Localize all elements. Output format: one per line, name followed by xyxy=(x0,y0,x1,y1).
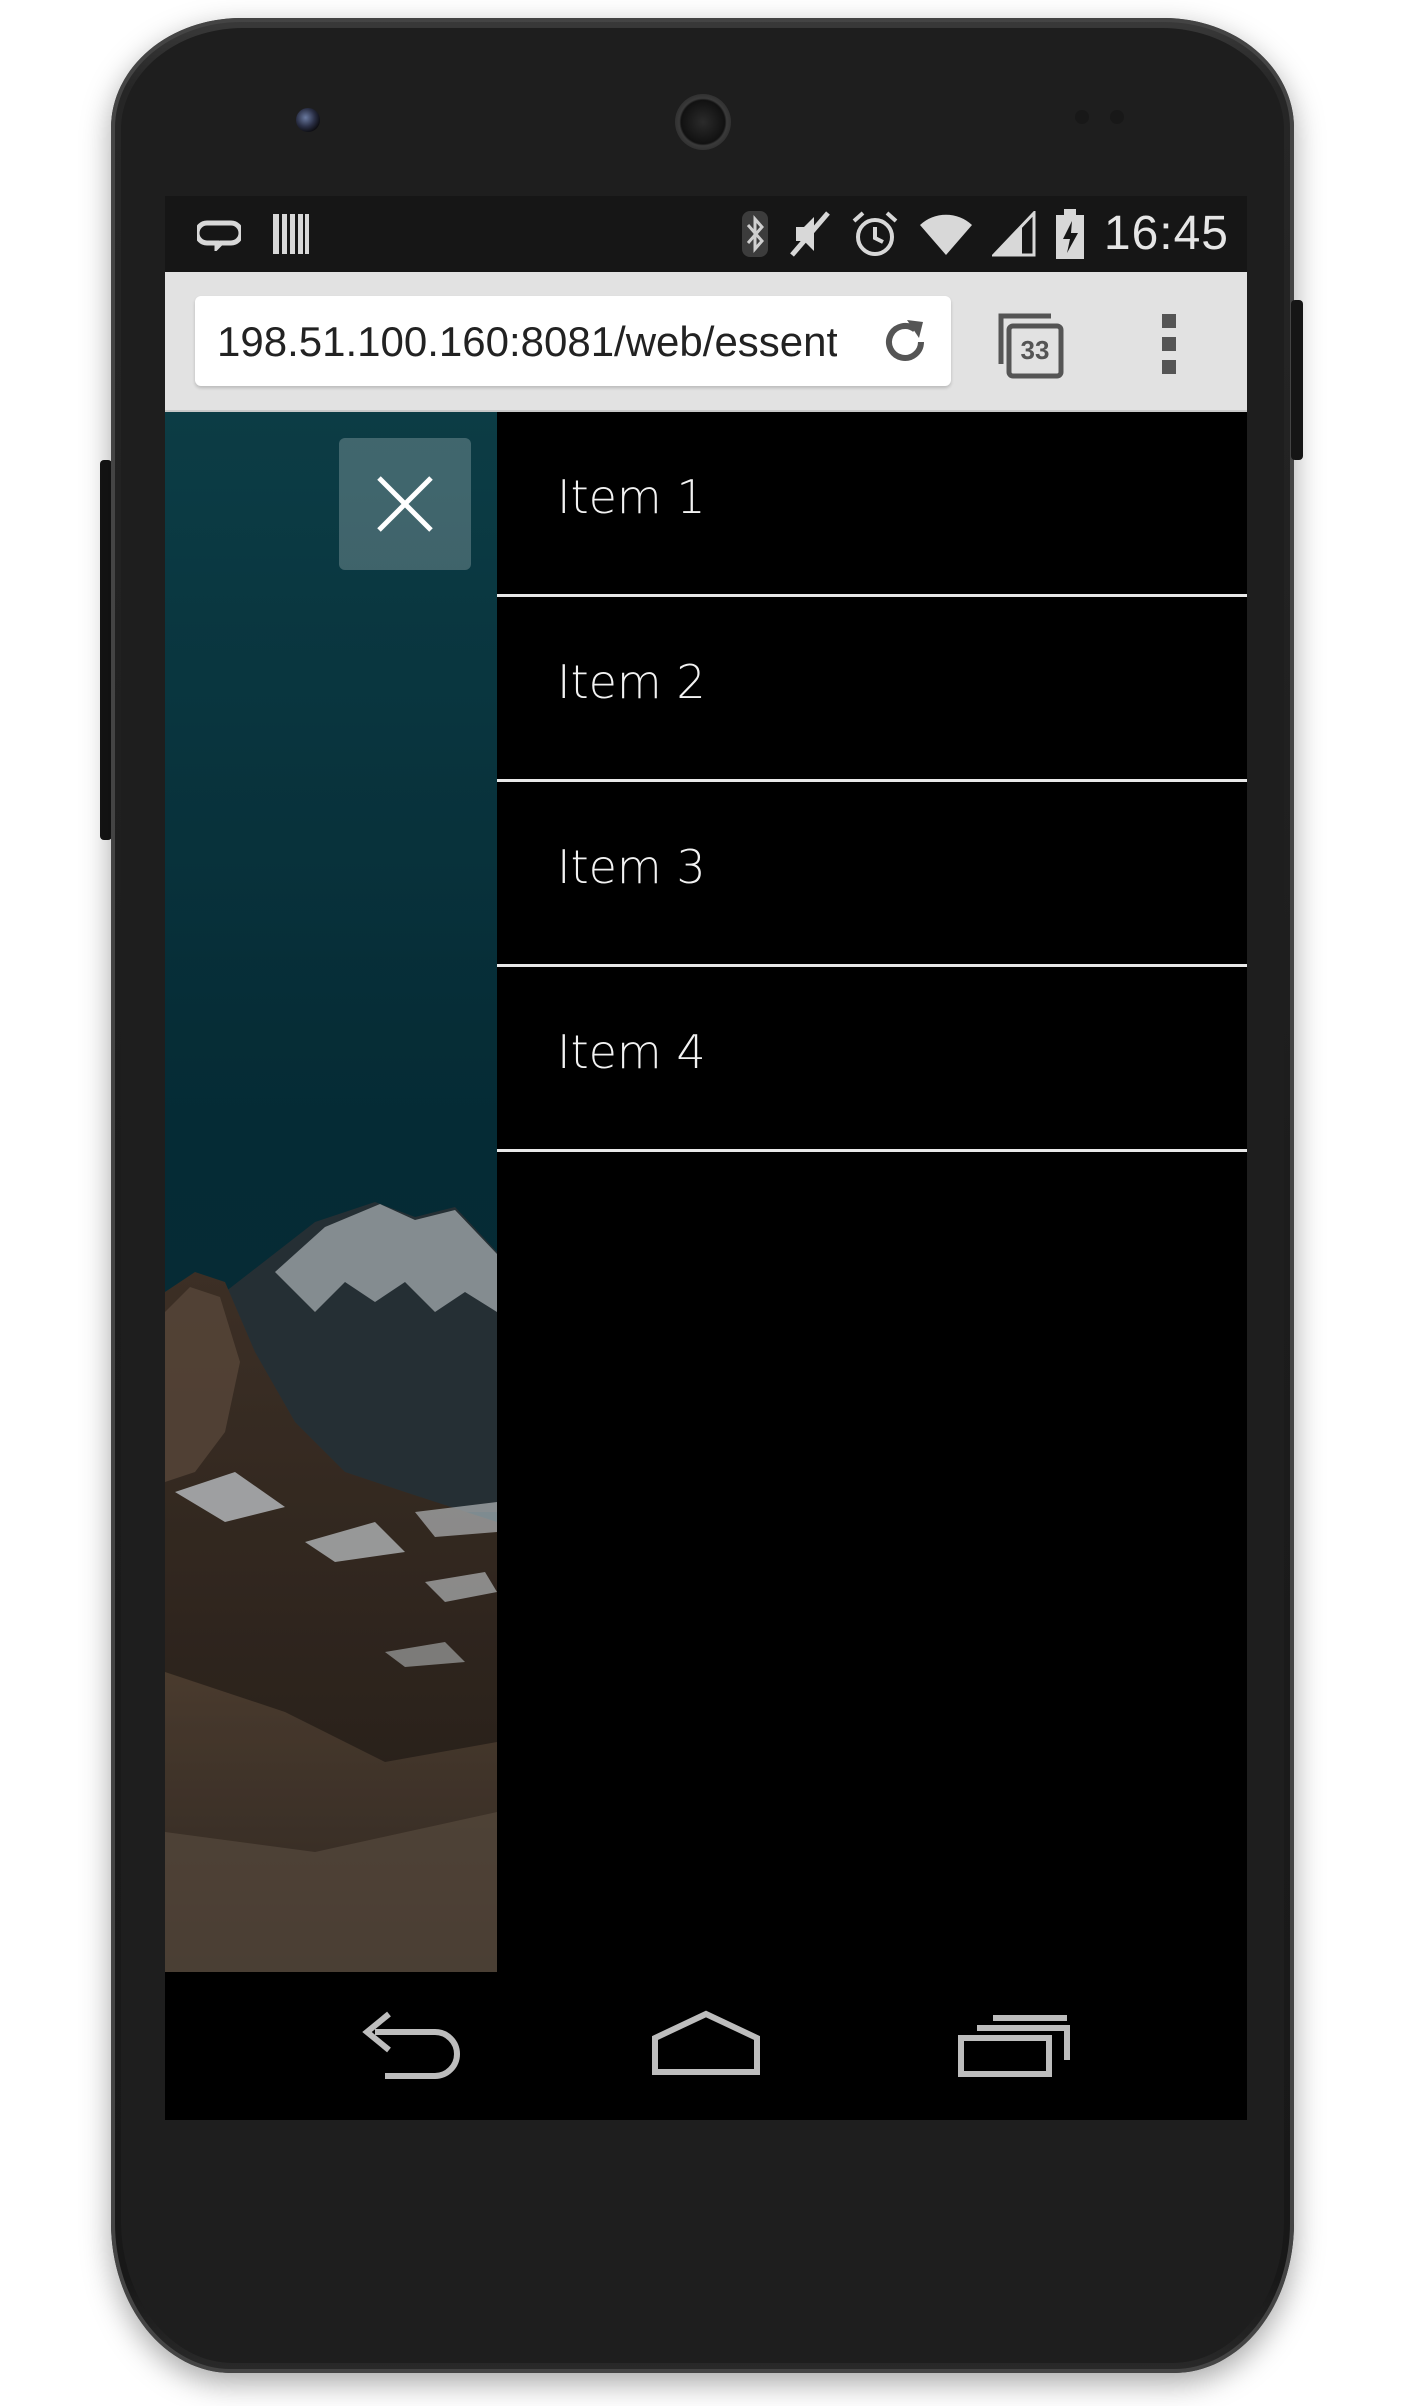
status-bar: 16:45 xyxy=(165,196,1247,272)
system-nav-bar xyxy=(165,1972,1247,2120)
bluetooth-icon xyxy=(741,210,768,257)
recents-icon[interactable] xyxy=(951,2002,1081,2082)
menu-item-label: Item 1 xyxy=(557,470,706,524)
home-icon[interactable] xyxy=(641,2002,771,2082)
close-menu-button[interactable] xyxy=(339,438,471,570)
barcode-icon xyxy=(273,214,309,254)
navigation-menu: Item 1 Item 2 Item 3 Item 4 xyxy=(497,412,1247,1972)
earpiece-speaker xyxy=(675,94,731,150)
hero-image xyxy=(165,412,497,1972)
status-clock: 16:45 xyxy=(1103,207,1229,260)
proximity-sensor xyxy=(1075,110,1089,124)
screen: 16:45 198.51.100.160:8081/web/essentials… xyxy=(165,196,1247,2120)
url-text[interactable]: 198.51.100.160:8081/web/essentials xyxy=(217,318,837,366)
reload-icon[interactable] xyxy=(877,314,933,370)
light-sensor xyxy=(1110,110,1124,124)
close-icon xyxy=(377,476,433,532)
alarm-icon xyxy=(852,211,898,256)
mountain-landscape xyxy=(165,412,497,1972)
front-camera xyxy=(296,108,320,132)
browser-toolbar: 198.51.100.160:8081/web/essentials 33 xyxy=(165,272,1247,412)
back-icon[interactable] xyxy=(345,2002,475,2082)
url-bar[interactable]: 198.51.100.160:8081/web/essentials xyxy=(195,296,951,386)
mute-icon xyxy=(789,210,830,257)
wifi-icon xyxy=(919,214,972,255)
menu-item[interactable]: Item 2 xyxy=(497,597,1247,782)
voicemail-icon xyxy=(197,220,241,251)
page-content: Item 1 Item 2 Item 3 Item 4 xyxy=(165,412,1247,1972)
menu-item[interactable]: Item 4 xyxy=(497,967,1247,1152)
menu-item-label: Item 3 xyxy=(557,840,706,894)
power-button xyxy=(1291,300,1303,460)
tabs-button[interactable]: 33 xyxy=(997,310,1067,380)
signal-icon xyxy=(991,210,1036,256)
menu-item[interactable]: Item 3 xyxy=(497,782,1247,967)
menu-item-label: Item 4 xyxy=(557,1025,706,1079)
menu-item-label: Item 2 xyxy=(557,655,706,709)
menu-item[interactable]: Item 1 xyxy=(497,412,1247,597)
device-mockup: 16:45 198.51.100.160:8081/web/essentials… xyxy=(0,0,1410,2406)
battery-charging-icon xyxy=(1055,208,1084,259)
tab-count: 33 xyxy=(1020,335,1050,365)
overflow-menu-icon[interactable] xyxy=(1155,312,1185,376)
